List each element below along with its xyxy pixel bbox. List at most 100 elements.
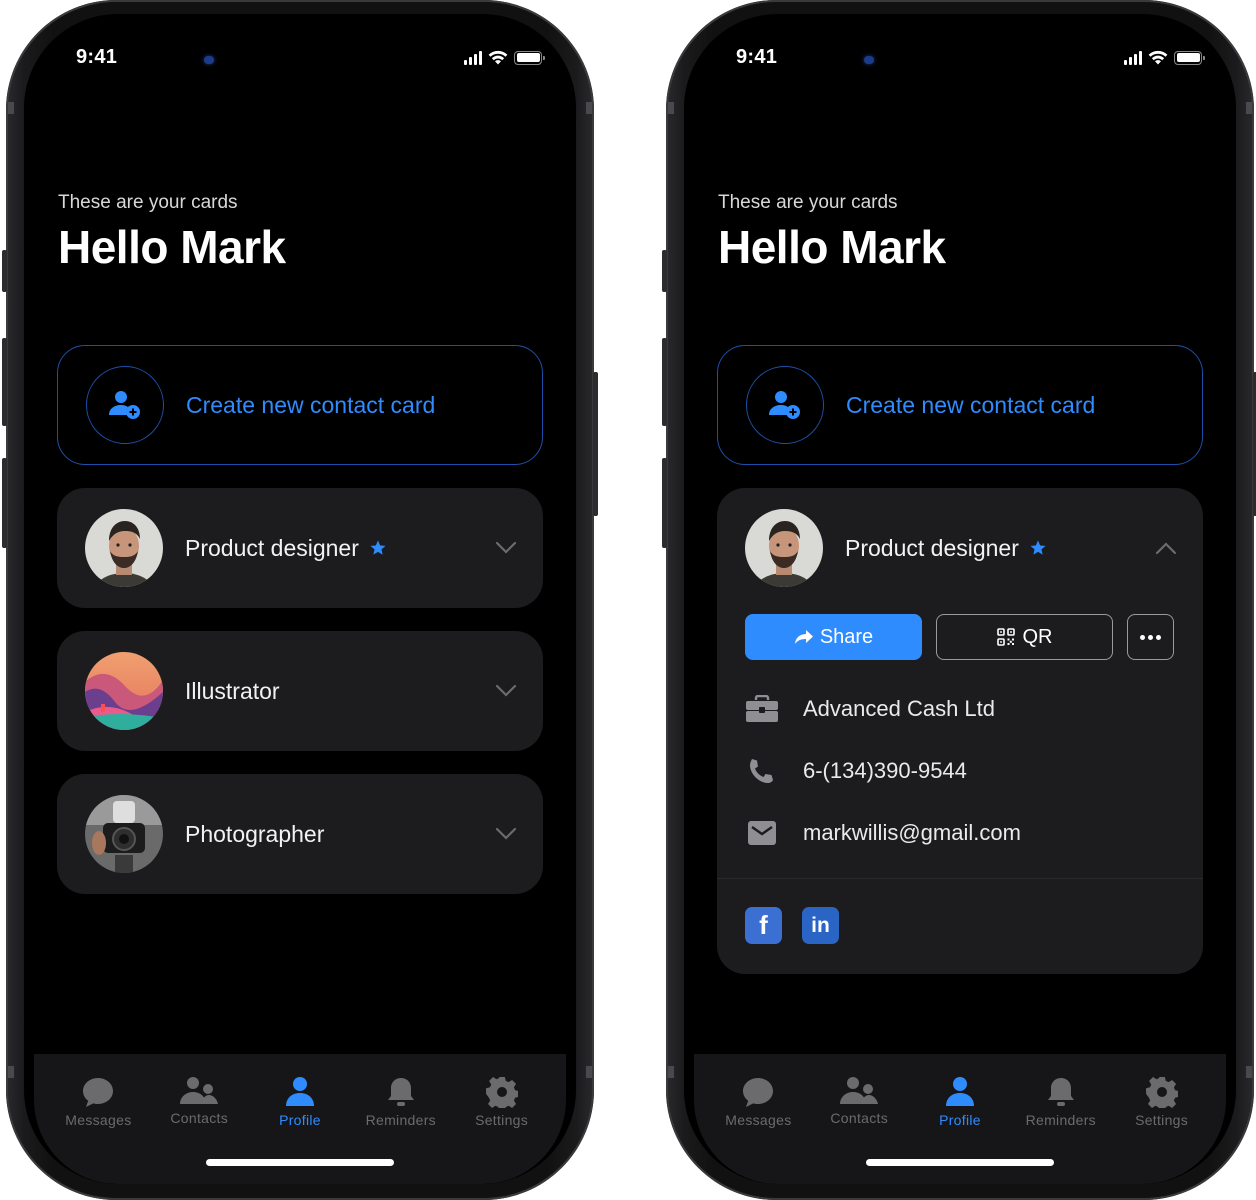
tab-label: Settings [475, 1112, 529, 1128]
status-icons [464, 50, 545, 65]
create-contact-card-button[interactable]: Create new contact card [717, 345, 1203, 465]
tab-messages[interactable]: Messages [52, 1076, 144, 1128]
card-header[interactable]: Product designer [57, 488, 543, 608]
status-icons [1124, 50, 1205, 65]
wifi-icon [488, 50, 508, 65]
home-indicator[interactable] [866, 1159, 1054, 1166]
home-indicator[interactable] [206, 1159, 394, 1166]
avatar-portrait [745, 509, 823, 587]
card-header[interactable]: Photographer [57, 774, 543, 894]
phone-text: 6-(134)390-9544 [803, 758, 967, 783]
card-title-text: Product designer [845, 534, 1019, 561]
cellular-signal-icon [1124, 50, 1142, 65]
tab-reminders[interactable]: Reminders [1015, 1076, 1107, 1128]
tab-label: Messages [725, 1112, 792, 1128]
antenna-band [1246, 1066, 1252, 1078]
silent-switch [2, 250, 7, 292]
status-time: 9:41 [76, 46, 118, 68]
tab-label: Settings [1135, 1112, 1189, 1128]
camera-indicator [864, 56, 874, 64]
person-add-icon [769, 391, 800, 419]
card-title: Photographer [185, 821, 324, 848]
status-time: 9:41 [736, 46, 778, 68]
gear-icon [1145, 1076, 1178, 1108]
share-button[interactable]: Share [745, 614, 922, 660]
page-header: These are your cards Hello Mark [58, 192, 286, 274]
antenna-band [586, 1066, 592, 1078]
qr-code-icon [996, 628, 1015, 646]
card-header[interactable]: Illustrator [57, 631, 543, 751]
social-links: f in [717, 879, 1203, 973]
tab-label: Contacts [830, 1110, 889, 1126]
bell-icon [1047, 1078, 1074, 1106]
create-contact-card-label: Create new contact card [846, 391, 1096, 418]
phone-row[interactable]: 6-(134)390-9544 [745, 740, 1175, 802]
tab-label: Messages [65, 1112, 132, 1128]
status-bar: 9:41 [684, 44, 1236, 74]
page-subtitle: These are your cards [718, 192, 898, 213]
chevron-down-icon[interactable] [495, 827, 517, 841]
people-icon [840, 1077, 879, 1104]
create-icon-ring [86, 366, 164, 444]
tab-profile[interactable]: Profile [914, 1076, 1006, 1128]
briefcase-icon [746, 695, 778, 722]
antenna-band [668, 102, 674, 114]
person-add-icon [109, 391, 140, 419]
tab-messages[interactable]: Messages [712, 1076, 804, 1128]
email-text: markwillis@gmail.com [803, 820, 1021, 845]
contact-card[interactable]: Product designer [57, 488, 543, 608]
chevron-up-icon[interactable] [1155, 541, 1177, 555]
tab-bar: Messages Contacts Profile Reminders Sett… [694, 1054, 1226, 1184]
chat-bubble-icon [743, 1078, 774, 1107]
phone-icon [750, 759, 773, 783]
volume-down-button [2, 458, 7, 548]
share-label: Share [819, 625, 874, 648]
contact-card[interactable]: Illustrator [57, 631, 543, 751]
avatar-photographer [85, 795, 163, 873]
phone-frame-left: 9:41 These are your cards Hello Mark Cre… [2, 0, 598, 1200]
person-icon [945, 1077, 974, 1106]
tab-profile[interactable]: Profile [254, 1076, 346, 1128]
page-header: These are your cards Hello Mark [718, 192, 946, 274]
tab-bar: Messages Contacts Profile Reminders Sett… [34, 1054, 566, 1184]
tab-contacts[interactable]: Contacts [153, 1076, 245, 1128]
card-title-text: Illustrator [185, 677, 280, 704]
tab-settings[interactable]: Settings [1116, 1076, 1208, 1128]
screen-card-expanded: 9:41 These are your cards Hello Mark Cre… [684, 14, 1236, 1184]
ellipsis-dot [1156, 634, 1161, 640]
antenna-band [8, 102, 14, 114]
more-options-button[interactable] [1127, 614, 1174, 660]
tab-settings[interactable]: Settings [456, 1076, 548, 1128]
antenna-band [586, 102, 592, 114]
create-icon-ring [746, 366, 824, 444]
chevron-down-icon[interactable] [495, 541, 517, 555]
qr-button[interactable]: QR [936, 614, 1113, 660]
contact-card-expanded: Product designer Share QR Advanced Cash … [717, 488, 1203, 974]
create-contact-card-button[interactable]: Create new contact card [57, 345, 543, 465]
battery-icon [1174, 50, 1205, 65]
volume-down-button [662, 458, 667, 548]
card-header[interactable]: Product designer [717, 488, 1203, 608]
ellipsis-dot [1148, 634, 1153, 640]
cellular-signal-icon [464, 50, 482, 65]
tab-contacts[interactable]: Contacts [813, 1076, 905, 1128]
tab-label: Reminders [365, 1112, 436, 1128]
contact-card[interactable]: Photographer [57, 774, 543, 894]
people-icon [180, 1077, 219, 1104]
tab-reminders[interactable]: Reminders [355, 1076, 447, 1128]
facebook-icon[interactable]: f [745, 907, 782, 944]
linkedin-icon[interactable]: in [802, 907, 839, 944]
chat-bubble-icon [83, 1078, 114, 1107]
email-row[interactable]: markwillis@gmail.com [745, 802, 1175, 864]
status-bar: 9:41 [24, 44, 576, 74]
antenna-band [668, 1066, 674, 1078]
share-arrow-icon [794, 630, 813, 644]
card-title-text: Photographer [185, 820, 325, 847]
page-title: Hello Mark [718, 221, 946, 273]
avatar-illustration [85, 652, 163, 730]
tab-label: Profile [939, 1112, 981, 1128]
screen-cards-list: 9:41 These are your cards Hello Mark Cre… [24, 14, 576, 1184]
create-contact-card-label: Create new contact card [186, 391, 436, 418]
volume-up-button [2, 338, 7, 426]
chevron-down-icon[interactable] [495, 684, 517, 698]
